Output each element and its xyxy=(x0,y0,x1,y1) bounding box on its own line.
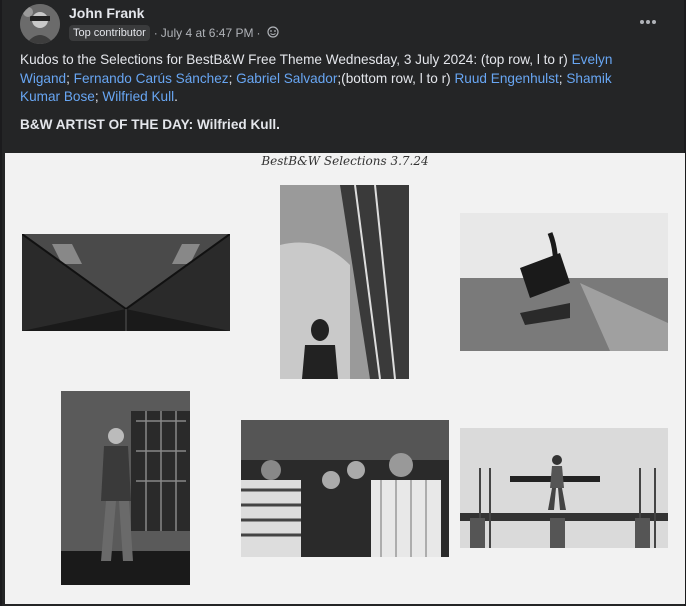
photo-crowd-market[interactable] xyxy=(241,420,449,557)
caption-period: . xyxy=(174,89,178,104)
photo-shadow-figure[interactable] xyxy=(280,185,409,379)
post-timestamp[interactable]: July 4 at 6:47 PM xyxy=(161,26,254,40)
caption-prefix: Kudos to the Selections for BestB&W Free… xyxy=(20,52,572,67)
author-name[interactable]: John Frank xyxy=(69,5,144,21)
artist-link-fernando-carus-sanchez[interactable]: Fernando Carús Sánchez xyxy=(74,71,229,86)
post-caption: Kudos to the Selections for BestB&W Free… xyxy=(20,51,650,107)
collage-title: BestB&W Selections 3.7.24 xyxy=(261,154,429,168)
collage-image[interactable]: BestB&W Selections 3.7.24 xyxy=(5,153,685,604)
meta-separator-2: · xyxy=(256,26,261,40)
photo-roof-interior[interactable] xyxy=(22,234,230,331)
more-dots-icon[interactable] xyxy=(638,12,658,32)
meta-separator: · xyxy=(153,26,158,40)
photo-man-walking[interactable] xyxy=(61,391,190,585)
artist-of-the-day: B&W ARTIST OF THE DAY: Wilfried Kull. xyxy=(20,117,280,132)
artist-link-wilfried-kull[interactable]: Wilfried Kull xyxy=(102,89,174,104)
photo-construction-worker[interactable] xyxy=(460,428,668,548)
post-meta: Top contributor · July 4 at 6:47 PM · xyxy=(69,23,280,43)
caption-sep: ; xyxy=(228,70,237,86)
top-contributor-badge[interactable]: Top contributor xyxy=(69,25,150,41)
caption-bottom-row: ;(bottom row, l to r) xyxy=(337,70,455,86)
avatar[interactable] xyxy=(20,4,60,44)
photo-sculpture-water[interactable] xyxy=(460,213,668,351)
artist-link-gabriel-salvador[interactable]: Gabriel Salvador xyxy=(236,71,337,86)
friends-globe-icon[interactable] xyxy=(267,25,280,41)
caption-sep: ; xyxy=(66,70,74,86)
facebook-post: John Frank Top contributor · July 4 at 6… xyxy=(0,0,686,606)
artist-link-ruud-engenhulst[interactable]: Ruud Engenhulst xyxy=(454,71,558,86)
